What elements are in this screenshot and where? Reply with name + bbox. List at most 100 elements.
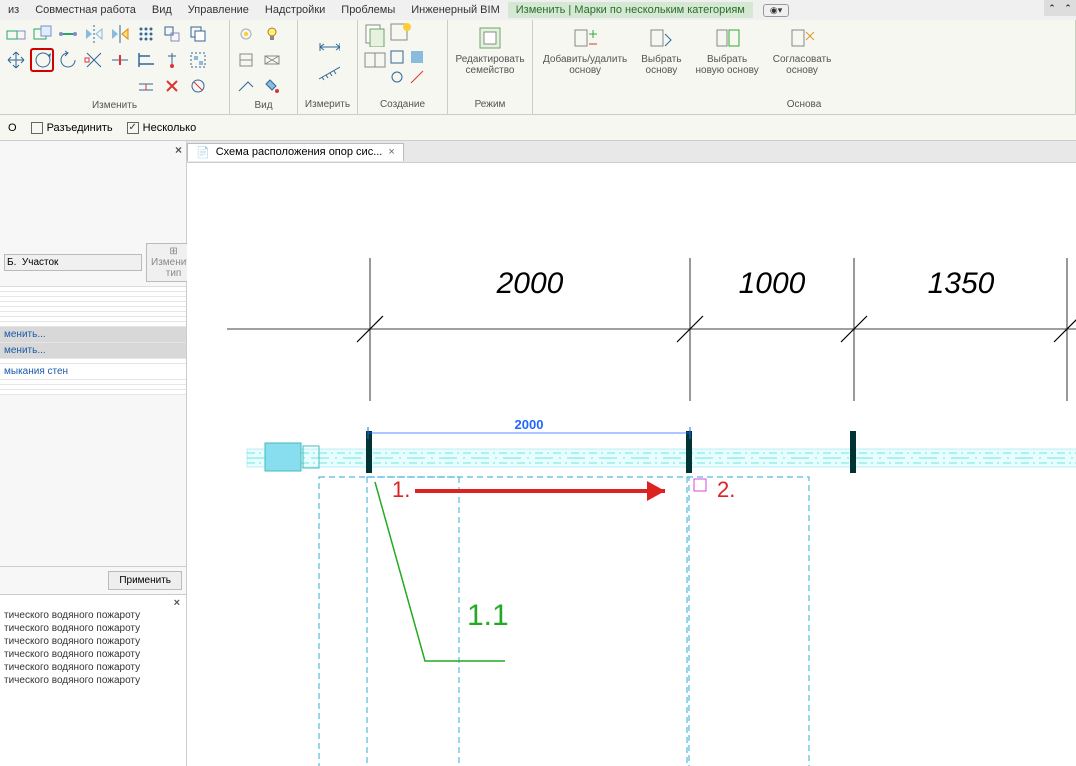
close-browser-icon[interactable]: × xyxy=(174,597,180,609)
bulb-icon[interactable] xyxy=(260,22,284,46)
ribbon-group-host: Добавить/удалить основу Выбрать основу В… xyxy=(533,20,1076,114)
ribbon-group-create: Создание xyxy=(358,20,448,114)
options-bar-left-marker: О xyxy=(8,122,17,134)
list-item[interactable]: тического водяного пожароту xyxy=(4,622,182,635)
ribbon-group-modify: Изменить xyxy=(0,20,230,114)
mirror-axis-icon[interactable] xyxy=(82,22,106,46)
property-row[interactable] xyxy=(0,390,186,395)
align-icon[interactable] xyxy=(134,48,158,72)
document-tabs: 📄 Схема расположения опор сис... × xyxy=(187,141,1076,163)
property-row-edit[interactable]: менить... xyxy=(0,327,186,343)
list-item[interactable]: тического водяного пожароту xyxy=(4,609,182,622)
mirror-pick-icon[interactable] xyxy=(108,22,132,46)
list-item[interactable]: тического водяного пожароту xyxy=(4,648,182,661)
array-icon[interactable] xyxy=(134,22,158,46)
property-row-edit[interactable]: менить... xyxy=(0,343,186,359)
offset-icon[interactable] xyxy=(134,74,158,98)
copy-icon[interactable] xyxy=(186,22,210,46)
close-tab-icon[interactable]: × xyxy=(388,146,394,158)
hide-icon[interactable] xyxy=(234,22,258,46)
properties-grid[interactable]: ⌃ ⌃ менить... менить... мыкания стен xyxy=(0,287,186,567)
split-icon[interactable] xyxy=(108,48,132,72)
apply-button[interactable]: Применить xyxy=(108,571,182,590)
main-area: × ⊞ Изменить тип ⌃ ⌃ менить... менить...… xyxy=(0,141,1076,766)
ribbon-tab[interactable]: Инженерный BIM xyxy=(403,2,508,18)
ribbon: Изменить Вид Измерить xyxy=(0,20,1076,115)
delete-icon[interactable] xyxy=(160,74,184,98)
green-leader: 1.1 xyxy=(375,482,509,661)
join-icon[interactable] xyxy=(56,22,80,46)
drawing-canvas[interactable]: 2000 1000 1350 xyxy=(187,163,1076,766)
red-arrow: 1. 2. xyxy=(392,477,735,502)
blue-dimension: 2000 xyxy=(368,417,690,439)
select-host-button[interactable]: Выбрать основу xyxy=(635,22,687,78)
dashed-rectangles xyxy=(319,477,809,766)
cut-geometry-icon[interactable] xyxy=(30,22,54,46)
properties-type-selector: ⊞ Изменить тип xyxy=(0,239,186,287)
ribbon-tab[interactable]: Проблемы xyxy=(333,2,403,18)
trim-icon[interactable] xyxy=(82,48,106,72)
document-tab-label: Схема расположения опор сис... xyxy=(216,146,383,158)
ribbon-tab[interactable]: из xyxy=(0,2,27,18)
ribbon-group-label: Вид xyxy=(234,98,293,113)
ribbon-group-view: Вид xyxy=(230,20,298,114)
ribbon-group-label: Изменить xyxy=(4,98,225,113)
list-item[interactable]: тического водяного пожароту xyxy=(4,674,182,687)
create-similar-icon[interactable] xyxy=(362,22,386,46)
edit-family-button[interactable]: Редактировать семейство xyxy=(449,22,530,78)
rotate-icon[interactable] xyxy=(30,48,54,72)
add-remove-host-button[interactable]: Добавить/удалить основу xyxy=(537,22,633,78)
load-family-icon[interactable] xyxy=(388,22,412,46)
group-icon[interactable] xyxy=(186,48,210,72)
paint-icon[interactable] xyxy=(260,74,284,98)
measure-icon[interactable] xyxy=(316,61,340,85)
canvas-wrap: 📄 Схема расположения опор сис... × xyxy=(187,141,1076,766)
cope-icon[interactable] xyxy=(4,22,28,46)
ribbon-tab[interactable]: Совместная работа xyxy=(27,2,144,18)
ribbon-group-label: Основа xyxy=(537,97,1071,112)
document-tab[interactable]: 📄 Схема расположения опор сис... × xyxy=(187,143,404,161)
move-icon[interactable] xyxy=(4,48,28,72)
svg-text:1.: 1. xyxy=(392,477,410,502)
drawing-svg: 2000 1000 1350 xyxy=(187,163,1076,766)
type-name-input[interactable] xyxy=(4,254,142,271)
opt2-icon[interactable] xyxy=(408,48,426,66)
dimension-icon[interactable] xyxy=(316,35,340,59)
svg-text:1350: 1350 xyxy=(928,267,995,300)
pin-icon[interactable] xyxy=(160,48,184,72)
ribbon-tab[interactable]: Надстройки xyxy=(257,2,333,18)
override-icon[interactable] xyxy=(234,48,258,72)
linework-icon[interactable] xyxy=(234,74,258,98)
ribbon-group-label: Создание xyxy=(362,97,443,112)
select-new-host-button[interactable]: Выбрать новую основу xyxy=(690,22,765,78)
grid-dimension-top: 2000 1000 1350 xyxy=(227,258,1076,401)
ribbon-tab[interactable]: Управление xyxy=(180,2,257,18)
graphics-icon[interactable] xyxy=(260,48,284,72)
property-row-walljoin[interactable]: мыкания стен xyxy=(0,364,186,380)
svg-text:1.1: 1.1 xyxy=(467,599,509,632)
svg-text:2000: 2000 xyxy=(496,267,564,300)
close-properties-icon[interactable]: × xyxy=(175,143,182,157)
opt3-icon[interactable] xyxy=(388,68,406,86)
ribbon-tab-active[interactable]: Изменить | Марки по нескольким категория… xyxy=(508,2,753,18)
scale-icon[interactable] xyxy=(160,22,184,46)
rotate-ccw-icon[interactable] xyxy=(56,48,80,72)
opt4-icon[interactable] xyxy=(408,68,426,86)
svg-text:2.: 2. xyxy=(717,477,735,502)
opt1-icon[interactable] xyxy=(388,48,406,66)
ribbon-tab[interactable]: Вид xyxy=(144,2,180,18)
view-mode-icon[interactable]: ◉▾ xyxy=(763,4,789,17)
multiple-option[interactable]: Несколько xyxy=(127,122,197,134)
family-icon[interactable] xyxy=(362,48,386,72)
unjoin-option[interactable]: Разъединить xyxy=(31,122,113,134)
reconcile-host-button[interactable]: Согласовать основу xyxy=(767,22,838,78)
unpin-icon[interactable] xyxy=(186,74,210,98)
list-item[interactable]: тического водяного пожароту xyxy=(4,661,182,674)
svg-text:1000: 1000 xyxy=(739,267,806,300)
ribbon-group-measure: Измерить xyxy=(298,20,358,114)
ribbon-group-mode: Редактировать семейство Режим xyxy=(448,20,533,114)
list-item[interactable]: тического водяного пожароту xyxy=(4,635,182,648)
project-browser-panel: × тического водяного пожароту тического … xyxy=(0,594,186,766)
ribbon-group-label: Измерить xyxy=(302,97,353,112)
ribbon-tabs-bar: из Совместная работа Вид Управление Надс… xyxy=(0,0,1076,20)
